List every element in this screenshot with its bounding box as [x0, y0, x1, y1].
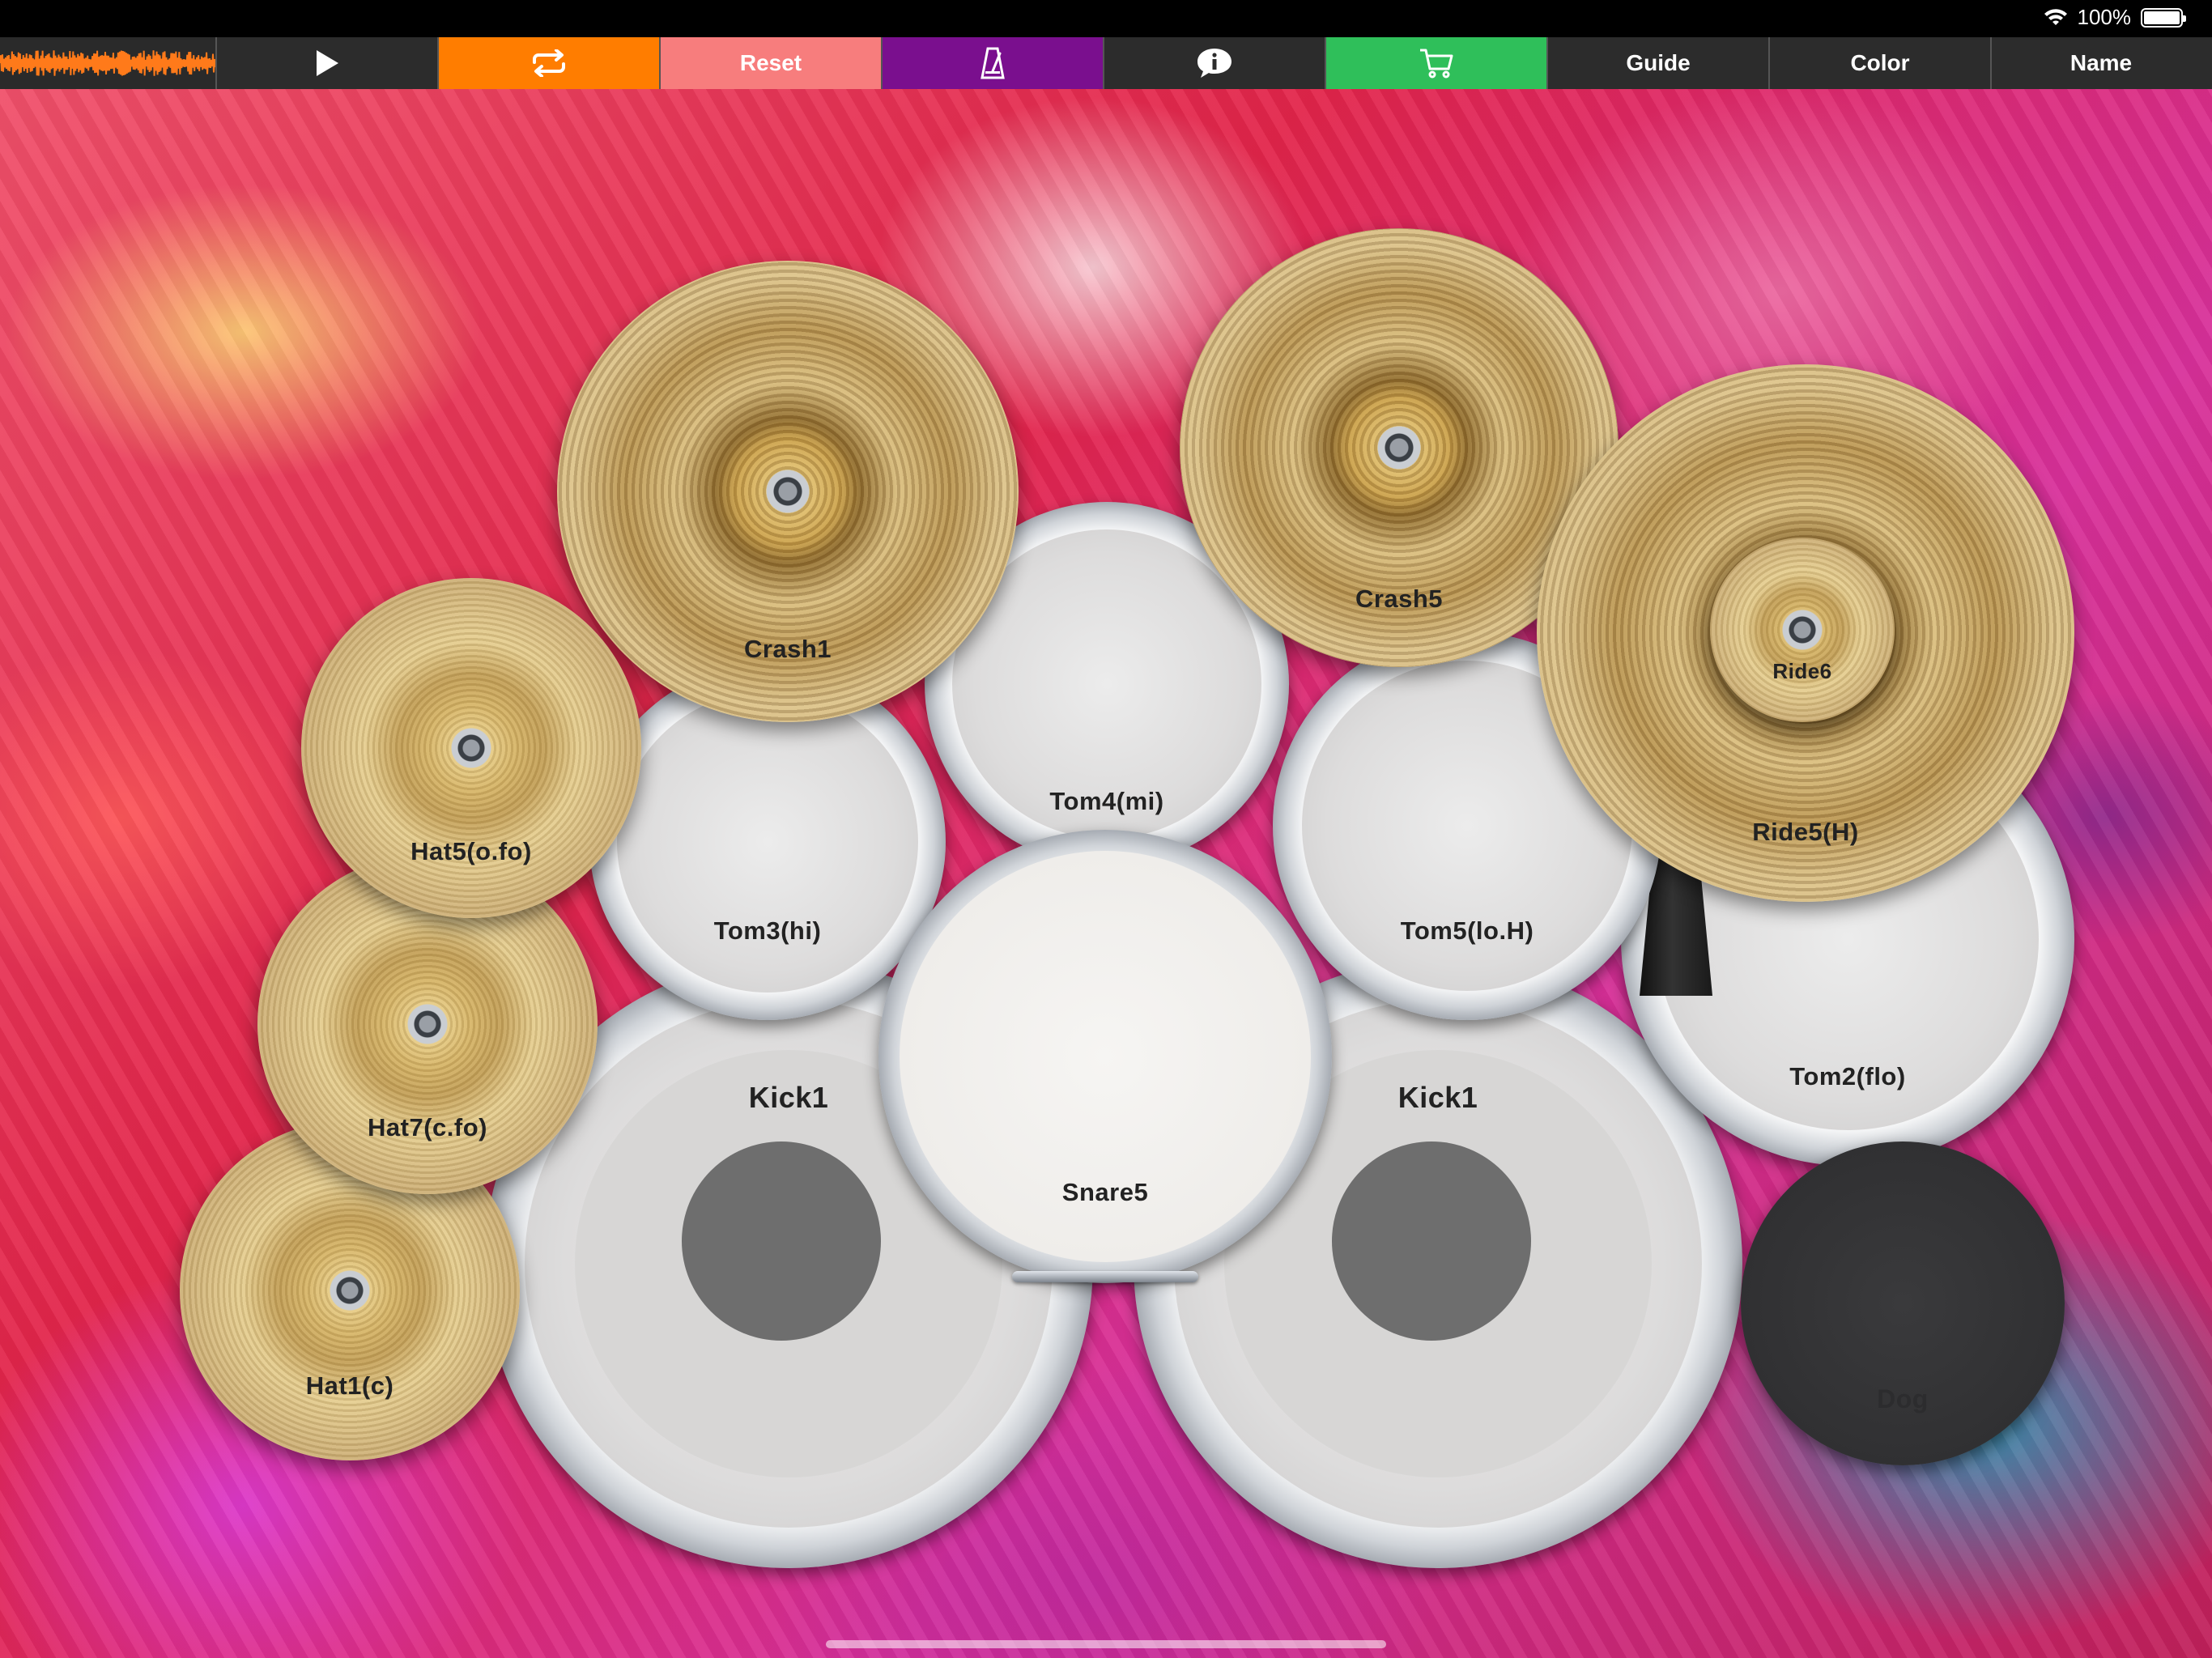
play-icon	[317, 50, 338, 76]
name-label: Name	[2069, 50, 2133, 75]
kick-right-port	[1332, 1141, 1531, 1341]
info-button[interactable]	[1104, 37, 1326, 89]
name-button[interactable]: Name	[1992, 37, 2210, 89]
battery-icon	[2141, 7, 2186, 28]
toolbar: Reset Guide Color Name	[0, 37, 2212, 89]
cart-icon	[1420, 49, 1453, 79]
snare-stand	[1012, 1271, 1198, 1282]
waveform-icon	[0, 50, 215, 76]
reset-button[interactable]: Reset	[661, 37, 883, 89]
ride6-label: Ride6	[1772, 659, 1832, 683]
hat1-label: Hat1(c)	[305, 1371, 394, 1400]
tom2-label: Tom2(flo)	[1789, 1062, 1906, 1090]
guide-label: Guide	[1626, 50, 1691, 75]
status-bar: 100%	[0, 0, 2212, 37]
ride5-cymbal[interactable]: Ride6 Ride5(H)	[1537, 364, 2074, 902]
hat5-label: Hat5(o.fo)	[410, 837, 532, 865]
battery-fill	[2144, 11, 2180, 24]
dog-label: Dog	[1877, 1384, 1929, 1414]
loop-button[interactable]	[439, 37, 661, 89]
color-button[interactable]: Color	[1770, 37, 1992, 89]
hat7-label: Hat7(c.fo)	[368, 1113, 487, 1141]
play-button[interactable]	[217, 37, 439, 89]
kick-left-port	[682, 1141, 881, 1341]
battery-percent: 100%	[2077, 5, 2132, 29]
guide-button[interactable]: Guide	[1548, 37, 1770, 89]
dog-pad[interactable]: Dog	[1741, 1141, 2065, 1465]
loop-icon	[533, 49, 565, 77]
ride5-label: Ride5(H)	[1752, 818, 1859, 846]
waveform-display[interactable]	[0, 37, 217, 89]
info-icon	[1197, 49, 1231, 78]
tom4-label: Tom4(mi)	[1049, 787, 1164, 815]
store-cart-button[interactable]	[1326, 37, 1548, 89]
tom5-label: Tom5(lo.H)	[1400, 916, 1534, 945]
ride6-cymbal[interactable]: Ride6	[1710, 538, 1895, 722]
crash1-cymbal[interactable]: Crash1	[557, 261, 1019, 722]
snare-label: Snare5	[1061, 1178, 1149, 1206]
crash1-label: Crash1	[743, 635, 832, 663]
home-indicator[interactable]	[826, 1640, 1386, 1648]
metronome-button[interactable]	[883, 37, 1104, 89]
tom3-label: Tom3(hi)	[713, 916, 822, 945]
color-label: Color	[1850, 50, 1910, 75]
metronome-icon	[981, 47, 1005, 79]
tom3-head	[617, 691, 918, 993]
reset-label: Reset	[739, 50, 802, 75]
snare-drum[interactable]: Snare5	[878, 830, 1332, 1283]
status-indicators: 100%	[2044, 5, 2186, 30]
hat5-cymbal[interactable]: Hat5(o.fo)	[301, 578, 641, 918]
wifi-icon	[2044, 8, 2067, 25]
